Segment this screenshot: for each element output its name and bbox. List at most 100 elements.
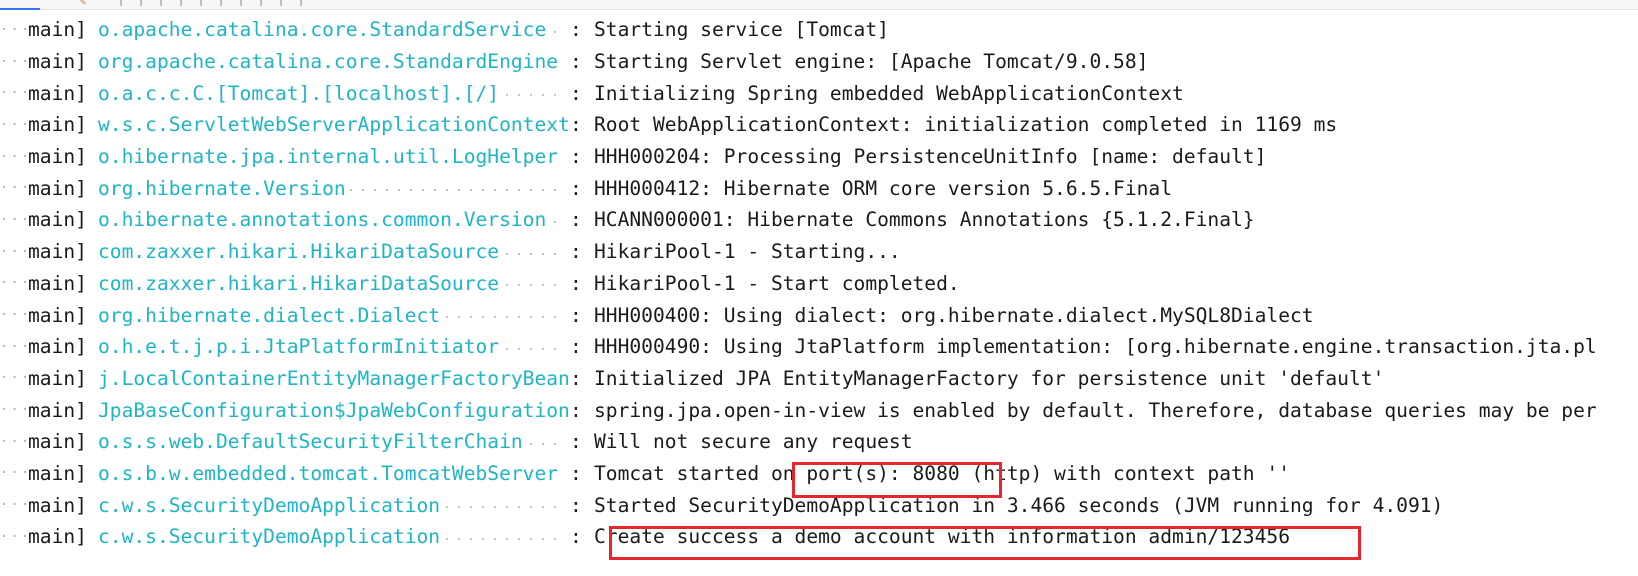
log-logger: org.apache.catalina.core.StandardEngine bbox=[98, 50, 570, 74]
log-logger: o.a.c.c.C.[Tomcat].[localhost].[/] bbox=[98, 81, 570, 105]
log-logger: o.hibernate.annotations.common.Version bbox=[98, 208, 570, 232]
tool-icon[interactable]: ✎ bbox=[80, 0, 88, 6]
log-message: Initializing Spring embedded WebApplicat… bbox=[594, 81, 1184, 105]
log-separator: : bbox=[570, 176, 582, 200]
log-thread: main] bbox=[28, 493, 87, 517]
log-message: HHH000400: Using dialect: org.hibernate.… bbox=[594, 303, 1314, 327]
log-separator: : bbox=[570, 18, 582, 42]
log-logger: o.s.b.w.embedded.tomcat.TomcatWebServer bbox=[98, 461, 570, 485]
log-logger: w.s.c.ServletWebServerApplicationContext bbox=[98, 113, 570, 137]
truncation-dots: ··· bbox=[0, 85, 32, 102]
truncation-dots: ··· bbox=[0, 275, 32, 292]
truncation-dots: ··· bbox=[0, 21, 32, 38]
log-logger: JpaBaseConfiguration$JpaWebConfiguration bbox=[98, 398, 570, 422]
log-logger: j.LocalContainerEntityManagerFactoryBean bbox=[98, 366, 570, 390]
log-thread: main] bbox=[28, 81, 87, 105]
log-thread: main] bbox=[28, 176, 87, 200]
log-separator: : bbox=[570, 240, 582, 264]
log-message: Create success a demo account with infor… bbox=[594, 525, 1290, 549]
log-separator: : bbox=[570, 208, 582, 232]
log-message: HCANN000001: Hibernate Commons Annotatio… bbox=[594, 208, 1255, 232]
log-thread: main] bbox=[28, 303, 87, 327]
log-separator: : bbox=[570, 366, 582, 390]
log-thread: main] bbox=[28, 271, 87, 295]
log-logger: com.zaxxer.hikari.HikariDataSource bbox=[98, 271, 570, 295]
log-line: ··· main] o.apache.catalina.core.Standar… bbox=[0, 14, 1638, 46]
log-line: ··· main] o.hibernate.annotations.common… bbox=[0, 204, 1638, 236]
log-line: ··· main] o.h.e.t.j.p.i.JtaPlatformIniti… bbox=[0, 331, 1638, 363]
log-separator: : bbox=[570, 461, 582, 485]
log-thread: main] bbox=[28, 430, 87, 454]
truncation-dots: ··· bbox=[0, 528, 32, 545]
log-thread: main] bbox=[28, 208, 87, 232]
log-thread: main] bbox=[28, 398, 87, 422]
log-message: HHH000412: Hibernate ORM core version 5.… bbox=[594, 176, 1173, 200]
log-logger: com.zaxxer.hikari.HikariDataSource bbox=[98, 240, 570, 264]
log-thread: main] bbox=[28, 18, 87, 42]
log-message: Starting service [Tomcat] bbox=[594, 18, 889, 42]
truncation-dots: ··· bbox=[0, 433, 32, 450]
log-logger: c.w.s.SecurityDemoApplication bbox=[98, 493, 570, 517]
log-separator: : bbox=[570, 271, 582, 295]
log-message: Tomcat started on port(s): 8080 (http) w… bbox=[594, 461, 1290, 485]
log-line: ··· main] org.hibernate.Version : HHH000… bbox=[0, 172, 1638, 204]
log-message: Starting Servlet engine: [Apache Tomcat/… bbox=[594, 50, 1149, 74]
log-line: ··· main] c.w.s.SecurityDemoApplication … bbox=[0, 521, 1638, 553]
log-message: Root WebApplicationContext: initializati… bbox=[594, 113, 1338, 137]
log-message: HHH000490: Using JtaPlatform implementat… bbox=[594, 335, 1597, 359]
log-separator: : bbox=[570, 493, 582, 517]
log-message: Initialized JPA EntityManagerFactory for… bbox=[594, 366, 1385, 390]
truncation-dots: ··· bbox=[0, 307, 32, 324]
log-logger: o.h.e.t.j.p.i.JtaPlatformInitiator bbox=[98, 335, 570, 359]
log-separator: : bbox=[570, 430, 582, 454]
log-line: ··· main] o.s.b.w.embedded.tomcat.Tomcat… bbox=[0, 458, 1638, 490]
log-logger: org.hibernate.dialect.Dialect bbox=[98, 303, 570, 327]
log-line: ··· main] o.hibernate.jpa.internal.util.… bbox=[0, 141, 1638, 173]
log-thread: main] bbox=[28, 525, 87, 549]
log-thread: main] bbox=[28, 461, 87, 485]
log-line: ··· main] o.a.c.c.C.[Tomcat].[localhost]… bbox=[0, 77, 1638, 109]
log-line: ··· main] c.w.s.SecurityDemoApplication … bbox=[0, 489, 1638, 521]
truncation-dots: ··· bbox=[0, 465, 32, 482]
log-logger: o.s.s.web.DefaultSecurityFilterChain bbox=[98, 430, 570, 454]
truncation-dots: ··· bbox=[0, 148, 32, 165]
toolbar-icons[interactable] bbox=[120, 0, 320, 6]
log-separator: : bbox=[570, 145, 582, 169]
log-message: HikariPool-1 - Start completed. bbox=[594, 271, 960, 295]
active-tab-indicator bbox=[0, 8, 40, 10]
log-message: HHH000204: Processing PersistenceUnitInf… bbox=[594, 145, 1267, 169]
truncation-dots: ··· bbox=[0, 370, 32, 387]
log-separator: : bbox=[570, 303, 582, 327]
log-logger: org.hibernate.Version bbox=[98, 176, 570, 200]
log-separator: : bbox=[570, 525, 582, 549]
truncation-dots: ··· bbox=[0, 180, 32, 197]
log-separator: : bbox=[570, 335, 582, 359]
truncation-dots: ··· bbox=[0, 243, 32, 260]
log-line: ··· main] w.s.c.ServletWebServerApplicat… bbox=[0, 109, 1638, 141]
log-thread: main] bbox=[28, 145, 87, 169]
log-thread: main] bbox=[28, 335, 87, 359]
log-line: ··· main] com.zaxxer.hikari.HikariDataSo… bbox=[0, 236, 1638, 268]
log-thread: main] bbox=[28, 113, 87, 137]
log-thread: main] bbox=[28, 366, 87, 390]
truncation-dots: ··· bbox=[0, 338, 32, 355]
truncation-dots: ··· bbox=[0, 211, 32, 228]
log-separator: : bbox=[570, 398, 582, 422]
log-message: Started SecurityDemoApplication in 3.466… bbox=[594, 493, 1444, 517]
log-line: ··· main] o.s.s.web.DefaultSecurityFilte… bbox=[0, 426, 1638, 458]
log-logger: o.hibernate.jpa.internal.util.LogHelper bbox=[98, 145, 570, 169]
log-line: ··· main] JpaBaseConfiguration$JpaWebCon… bbox=[0, 394, 1638, 426]
log-message: spring.jpa.open-in-view is enabled by de… bbox=[594, 398, 1597, 422]
log-logger: c.w.s.SecurityDemoApplication bbox=[98, 525, 570, 549]
truncation-dots: ··· bbox=[0, 402, 32, 419]
truncation-dots: ··· bbox=[0, 497, 32, 514]
log-message: HikariPool-1 - Starting... bbox=[594, 240, 901, 264]
log-separator: : bbox=[570, 81, 582, 105]
log-separator: : bbox=[570, 50, 582, 74]
toolbar-strip: ✎ bbox=[0, 0, 1638, 10]
log-line: ··· main] j.LocalContainerEntityManagerF… bbox=[0, 363, 1638, 395]
console-log-output[interactable]: ··· main] o.apache.catalina.core.Standar… bbox=[0, 14, 1638, 553]
log-thread: main] bbox=[28, 50, 87, 74]
log-thread: main] bbox=[28, 240, 87, 264]
truncation-dots: ··· bbox=[0, 53, 32, 70]
